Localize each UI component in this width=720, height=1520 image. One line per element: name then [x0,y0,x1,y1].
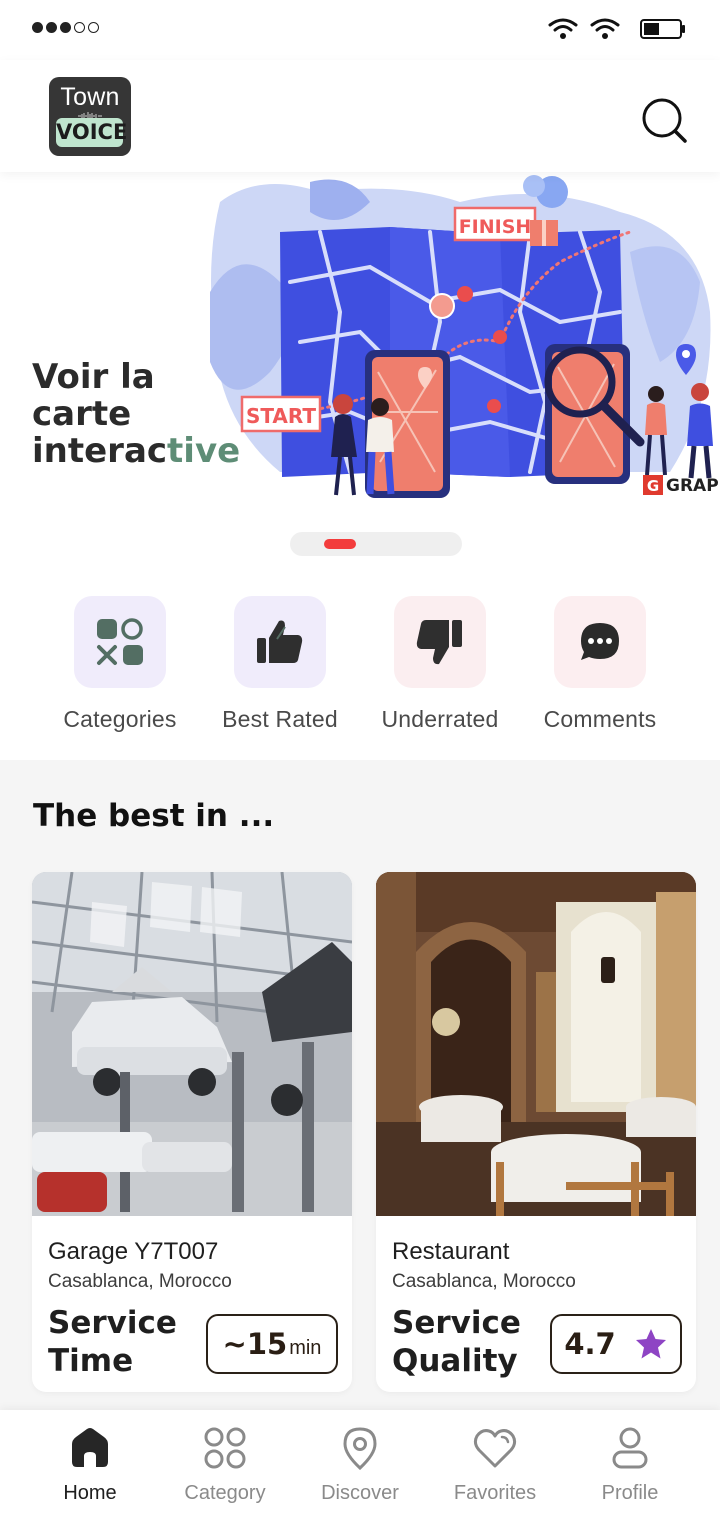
hero-title-line1: Voir la [32,357,155,397]
best-rated-button[interactable] [234,596,326,688]
thumbs-down-icon [416,620,462,665]
quick-action-label: Categories [63,706,177,732]
nav-label: Profile [601,1482,659,1504]
nav-profile[interactable]: Profile [562,1410,698,1520]
service-quality-value: 4.7 [564,1327,616,1361]
signal-strength-icon [32,22,99,33]
categories-grid-icon [97,618,143,665]
hero-banner[interactable]: START FINISH G GRAP Voir la carte intera… [0,172,720,512]
hero-title-line3: interactive [32,433,262,470]
watermark-text: GRAP [666,476,719,496]
wifi-icon [548,18,578,39]
underrated-button[interactable] [394,596,486,688]
nav-label: Home [63,1482,117,1504]
service-time-value: ~15 [222,1327,288,1361]
nav-label: Discover [321,1482,399,1504]
service-time-unit: min [289,1336,322,1359]
wifi-icon-secondary [590,18,620,39]
metric-line1: Service [48,1305,177,1341]
chat-bubble-icon [581,623,619,660]
heart-icon [473,1429,517,1468]
app-header: Town VOICE [0,60,720,172]
battery-icon [640,19,685,39]
metric-line2: Quality [392,1343,518,1379]
nav-home[interactable]: Home [22,1410,158,1520]
search-icon[interactable] [640,96,688,144]
status-bar [0,0,720,60]
card-metric-label: Service Quality [392,1304,552,1380]
nav-label: Category [184,1482,266,1504]
logo-text-voice: VOICE [56,118,127,147]
metric-line1: Service [392,1305,521,1341]
card-location: Casablanca, Morocco [48,1271,232,1292]
nav-category[interactable]: Category [157,1410,293,1520]
card-location: Casablanca, Morocco [392,1271,576,1292]
metric-line2: Time [48,1343,134,1379]
hero-title-line2: carte [32,394,132,434]
bottom-navigation: Home Category Discover Favorites Profile [0,1410,720,1520]
restaurant-photo [376,872,696,1216]
place-card-garage[interactable]: Garage Y7T007 Casablanca, Morocco Servic… [32,872,352,1392]
user-icon [612,1427,648,1469]
finish-sign-text: FINISH [459,216,532,238]
quick-action-best-rated[interactable]: Best Rated [190,596,370,733]
star-icon [635,1329,666,1359]
hero-title-line3-dark: interac [32,431,168,471]
home-icon [72,1428,108,1467]
categories-button[interactable] [74,596,166,688]
card-metric-label: Service Time [48,1304,208,1380]
location-pin-icon [343,1427,377,1470]
thumbs-up-icon [257,620,303,663]
garage-photo [32,872,352,1216]
hero-title-line3-accent: tive [167,431,241,471]
quick-action-comments[interactable]: Comments [510,596,690,733]
nav-discover[interactable]: Discover [292,1410,428,1520]
interactive-map-illustration: START FINISH G GRAP [210,175,719,498]
svg-text:G: G [647,477,659,495]
carousel-active-dot [324,539,356,549]
best-section: The best in ... Garage Y7T007 Casablanca… [0,760,720,1410]
comments-button[interactable] [554,596,646,688]
town-voice-logo[interactable]: Town VOICE [49,77,131,156]
place-card-restaurant[interactable]: Restaurant Casablanca, Morocco Service Q… [376,872,696,1392]
card-title: Restaurant [392,1238,510,1265]
logo-text-town: Town [60,83,120,111]
service-time-badge: ~15 min [206,1314,338,1374]
quick-action-label: Comments [543,706,657,732]
quick-action-categories[interactable]: Categories [30,596,210,733]
quick-action-label: Underrated [381,706,499,732]
quick-action-underrated[interactable]: Underrated [350,596,530,733]
service-quality-badge: 4.7 [550,1314,682,1374]
quick-action-label: Best Rated [222,706,338,732]
nav-favorites[interactable]: Favorites [427,1410,563,1520]
nav-label: Favorites [453,1482,537,1504]
card-title: Garage Y7T007 [48,1238,219,1265]
hero-title: Voir la carte interactive [32,359,262,470]
category-icon [204,1427,246,1469]
carousel-indicator[interactable] [290,532,462,556]
section-title: The best in ... [33,798,275,834]
